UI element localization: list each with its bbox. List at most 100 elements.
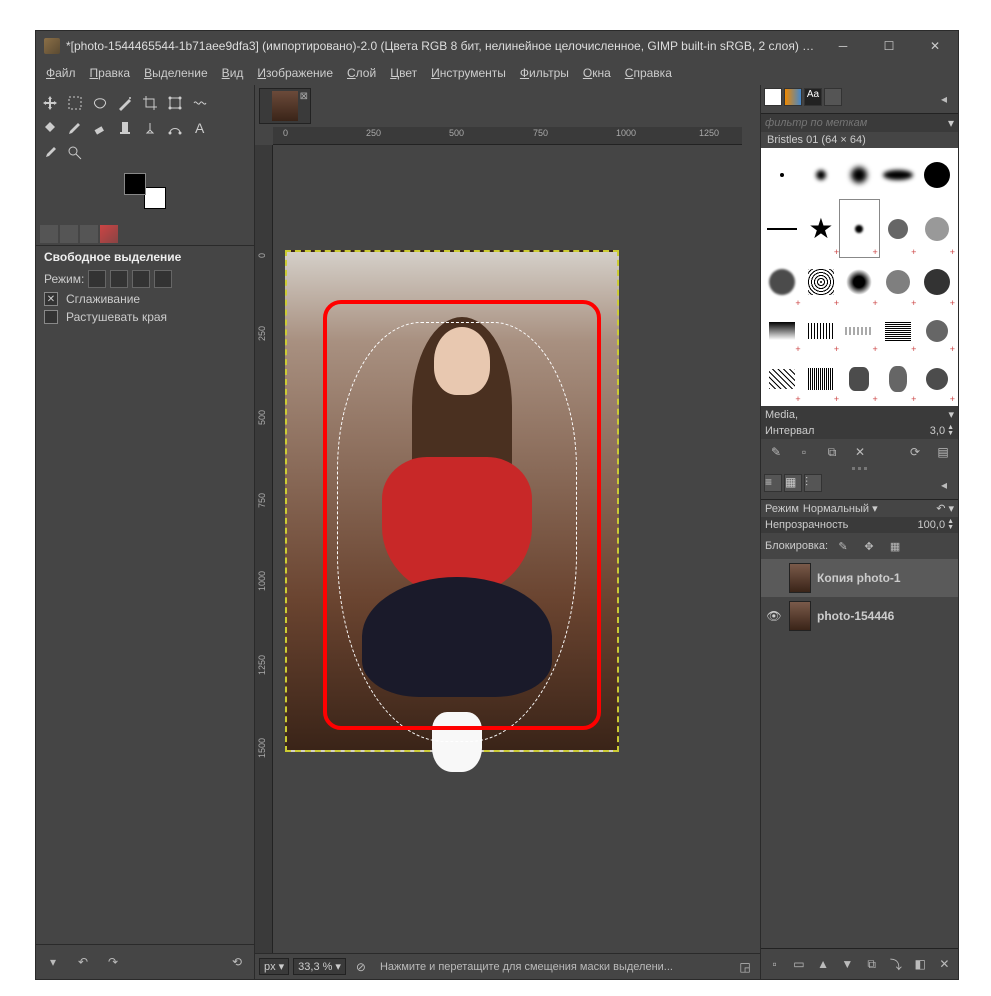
tab-undo-history[interactable] bbox=[80, 225, 98, 243]
refresh-brush-button[interactable]: ⟳ bbox=[904, 441, 926, 463]
visibility-toggle[interactable]: 👁 bbox=[765, 609, 783, 623]
warp-tool[interactable] bbox=[188, 91, 212, 115]
move-tool[interactable] bbox=[38, 91, 62, 115]
unit-select[interactable]: px▾ bbox=[259, 958, 289, 975]
reset-mode-button[interactable]: ↶ ▾ bbox=[936, 502, 954, 515]
raise-layer-button[interactable]: ▲ bbox=[814, 953, 833, 975]
merge-layer-button[interactable]: ⤵ bbox=[886, 953, 905, 975]
tab-layers[interactable]: ≡ bbox=[764, 474, 782, 492]
menubar: Файл Правка Выделение Вид Изображение Сл… bbox=[36, 61, 958, 85]
smudge-tool[interactable] bbox=[138, 116, 162, 140]
mode-add-button[interactable] bbox=[110, 270, 128, 288]
tab-tool-options[interactable] bbox=[40, 225, 58, 243]
opacity-value[interactable]: 100,0 bbox=[918, 519, 946, 531]
chevron-down-icon[interactable]: ▾ bbox=[948, 408, 954, 421]
ruler-vertical[interactable]: 0 250 500 750 1000 1250 1500 bbox=[255, 145, 273, 953]
layer-item[interactable]: Копия photo-1 bbox=[761, 559, 958, 597]
tab-brushes[interactable] bbox=[764, 88, 782, 106]
left-dock: A Свободное выделение Режим: bbox=[36, 85, 255, 979]
menu-image[interactable]: Изображение bbox=[251, 64, 339, 82]
antialias-checkbox[interactable] bbox=[44, 292, 58, 306]
tab-fonts[interactable]: Aa bbox=[804, 88, 822, 106]
menu-view[interactable]: Вид bbox=[216, 64, 250, 82]
open-brush-button[interactable]: ▤ bbox=[932, 441, 954, 463]
new-group-button[interactable]: ▭ bbox=[789, 953, 808, 975]
delete-layer-button[interactable]: ✕ bbox=[935, 953, 954, 975]
menu-layer[interactable]: Слой bbox=[341, 64, 382, 82]
mode-select[interactable]: Нормальный ▾ bbox=[803, 502, 878, 515]
layer-name[interactable]: photo-154446 bbox=[817, 609, 954, 623]
duplicate-layer-button[interactable]: ⧉ bbox=[862, 953, 881, 975]
lock-pixels-button[interactable]: ✎ bbox=[832, 535, 854, 557]
menu-filters[interactable]: Фильтры bbox=[514, 64, 575, 82]
tab-patterns[interactable] bbox=[784, 88, 802, 106]
chevron-down-icon[interactable]: ▾ bbox=[948, 116, 954, 130]
crop-tool[interactable] bbox=[138, 91, 162, 115]
bucket-tool[interactable] bbox=[38, 116, 62, 140]
reset-options-button[interactable]: ⟲ bbox=[226, 951, 248, 973]
menu-select[interactable]: Выделение bbox=[138, 64, 214, 82]
save-options-button[interactable]: ▾ bbox=[42, 951, 64, 973]
lower-layer-button[interactable]: ▼ bbox=[838, 953, 857, 975]
fg-color-swatch[interactable] bbox=[124, 173, 146, 195]
text-tool[interactable]: A bbox=[188, 116, 212, 140]
bg-color-swatch[interactable] bbox=[144, 187, 166, 209]
minimize-button[interactable]: ─ bbox=[820, 31, 866, 61]
arrow-down-icon[interactable]: ▼ bbox=[947, 431, 954, 437]
clone-tool[interactable] bbox=[113, 116, 137, 140]
menu-edit[interactable]: Правка bbox=[84, 64, 137, 82]
maximize-button[interactable]: ☐ bbox=[866, 31, 912, 61]
mode-replace-button[interactable] bbox=[88, 270, 106, 288]
feather-checkbox[interactable] bbox=[44, 310, 58, 324]
zoom-tool[interactable] bbox=[63, 141, 87, 165]
paintbrush-tool[interactable] bbox=[63, 116, 87, 140]
delete-options-button[interactable]: ↷ bbox=[102, 951, 124, 973]
panel-menu-button[interactable]: ◂ bbox=[933, 88, 955, 110]
panel-menu-button-2[interactable]: ◂ bbox=[933, 474, 955, 496]
canvas[interactable] bbox=[273, 145, 742, 953]
color-picker-tool[interactable] bbox=[38, 141, 62, 165]
menu-file[interactable]: Файл bbox=[40, 64, 82, 82]
tab-paths[interactable]: ⫶ bbox=[804, 474, 822, 492]
brush-grid[interactable]: ★+ + + + + + + + + + + + + + + + + + + bbox=[761, 148, 958, 406]
lock-position-button[interactable]: ✥ bbox=[858, 535, 880, 557]
menu-windows[interactable]: Окна bbox=[577, 64, 617, 82]
mode-subtract-button[interactable] bbox=[132, 270, 150, 288]
document-tab[interactable]: ⊠ bbox=[259, 88, 311, 124]
lock-alpha-button[interactable]: ▦ bbox=[884, 535, 906, 557]
transform-tool[interactable] bbox=[163, 91, 187, 115]
fuzzy-select-tool[interactable] bbox=[113, 91, 137, 115]
interval-value[interactable]: 3,0 bbox=[930, 425, 945, 437]
brush-filter-input[interactable] bbox=[765, 117, 948, 129]
path-tool[interactable] bbox=[163, 116, 187, 140]
fg-bg-colors[interactable] bbox=[124, 173, 166, 209]
close-button[interactable]: ✕ bbox=[912, 31, 958, 61]
tab-images[interactable] bbox=[100, 225, 118, 243]
mode-intersect-button[interactable] bbox=[154, 270, 172, 288]
restore-options-button[interactable]: ↶ bbox=[72, 951, 94, 973]
ruler-horizontal[interactable]: 0 250 500 750 1000 1250 bbox=[273, 127, 742, 145]
new-layer-button[interactable]: ▫ bbox=[765, 953, 784, 975]
edit-brush-button[interactable]: ✎ bbox=[765, 441, 787, 463]
menu-color[interactable]: Цвет bbox=[384, 64, 423, 82]
navigation-icon[interactable]: ◲ bbox=[734, 956, 756, 978]
zoom-select[interactable]: 33,3 %▾ bbox=[293, 958, 346, 975]
tab-device-status[interactable] bbox=[60, 225, 78, 243]
layer-name[interactable]: Копия photo-1 bbox=[817, 571, 954, 585]
new-brush-button[interactable]: ▫ bbox=[793, 441, 815, 463]
mask-layer-button[interactable]: ◧ bbox=[911, 953, 930, 975]
layer-item[interactable]: 👁 photo-154446 bbox=[761, 597, 958, 635]
menu-tools[interactable]: Инструменты bbox=[425, 64, 512, 82]
close-document-button[interactable]: ⊠ bbox=[300, 91, 308, 102]
free-select-tool[interactable] bbox=[88, 91, 112, 115]
tab-channels[interactable]: ▦ bbox=[784, 474, 802, 492]
tab-history[interactable] bbox=[824, 88, 842, 106]
delete-brush-button[interactable]: ✕ bbox=[849, 441, 871, 463]
media-label[interactable]: Media, bbox=[765, 409, 798, 421]
eraser-tool[interactable] bbox=[88, 116, 112, 140]
cancel-icon[interactable]: ⊘ bbox=[350, 956, 372, 978]
menu-help[interactable]: Справка bbox=[619, 64, 678, 82]
lock-label: Блокировка: bbox=[765, 540, 828, 552]
rect-select-tool[interactable] bbox=[63, 91, 87, 115]
duplicate-brush-button[interactable]: ⧉ bbox=[821, 441, 843, 463]
